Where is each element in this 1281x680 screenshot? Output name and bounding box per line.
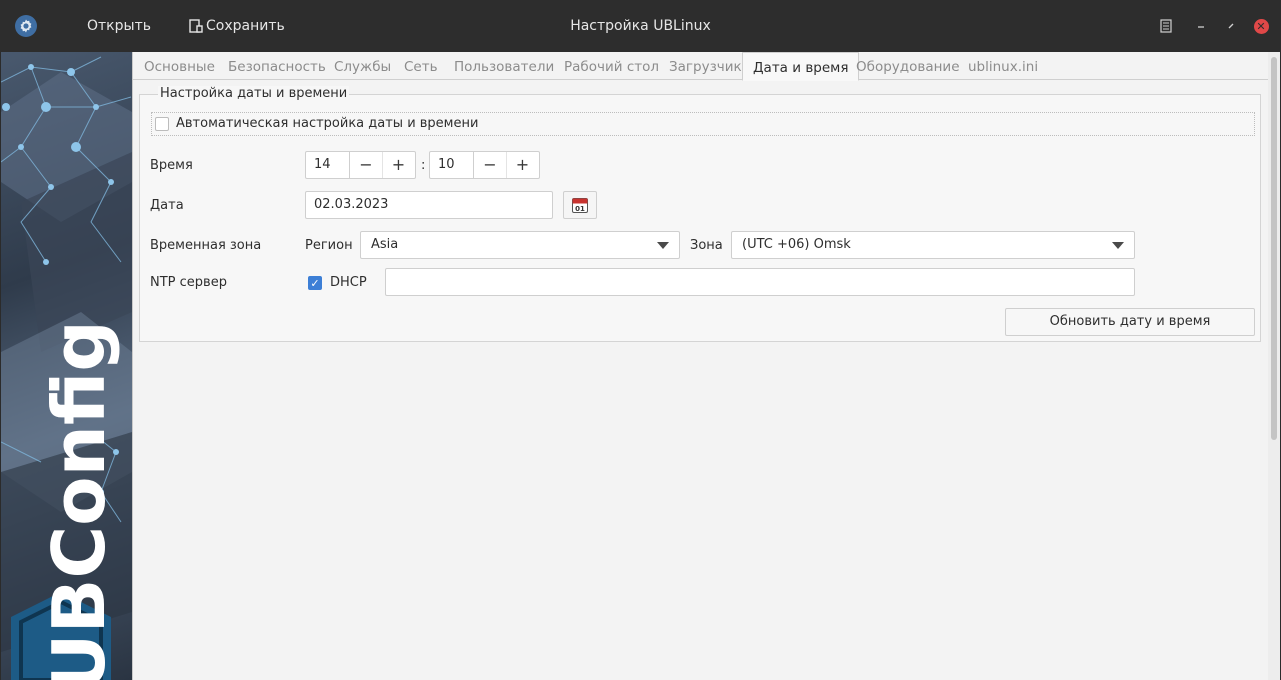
tab-basic[interactable]: Основные — [134, 52, 225, 80]
update-datetime-button[interactable]: Обновить дату и время — [1005, 308, 1255, 336]
time-label: Время — [150, 158, 193, 173]
hours-spinner[interactable]: 14 − + — [305, 151, 416, 179]
tab-hardware[interactable]: Оборудование — [846, 52, 970, 80]
auto-datetime-label: Автоматическая настройка даты и времени — [176, 116, 479, 131]
tab-network[interactable]: Сеть — [394, 52, 448, 80]
tab-bar: Основные Безопасность Службы Сеть Пользо… — [133, 52, 1269, 81]
maximize-icon[interactable] — [1222, 17, 1240, 35]
ntp-server-label: NTP сервер — [150, 275, 227, 290]
minutes-increment-button[interactable]: + — [506, 152, 538, 178]
banner-logo-text: UBConfig — [37, 320, 121, 680]
region-select[interactable]: Asia — [360, 231, 680, 259]
date-label: Дата — [150, 198, 184, 213]
zone-dropdown-arrow-icon — [1112, 242, 1124, 249]
minutes-decrement-button[interactable]: − — [474, 152, 506, 178]
minutes-value[interactable]: 10 — [430, 152, 474, 178]
dhcp-label: DHCP — [330, 275, 367, 290]
auto-datetime-row[interactable]: Автоматическая настройка даты и времени — [151, 112, 1255, 136]
dhcp-checkbox[interactable]: ✓ — [308, 276, 322, 290]
datetime-settings-frame: Настройка даты и времени Автоматическая … — [139, 86, 1261, 342]
zone-select[interactable]: (UTC +06) Omsk — [731, 231, 1135, 259]
gear-icon[interactable] — [14, 14, 38, 38]
main-content: Основные Безопасность Службы Сеть Пользо… — [132, 52, 1280, 680]
title-bar: Открыть Сохранить Настройка UBLinux ✕ — [0, 0, 1281, 52]
region-value: Asia — [371, 237, 399, 252]
ubconfig-banner: UBConfig — [1, 52, 132, 680]
hours-value[interactable]: 14 — [306, 152, 350, 178]
date-input[interactable]: 02.03.2023 — [305, 191, 553, 219]
time-separator: : — [421, 158, 426, 173]
minimize-icon[interactable] — [1192, 17, 1210, 35]
frame-title: Настройка даты и времени — [158, 86, 350, 101]
tab-services[interactable]: Службы — [324, 52, 401, 80]
vertical-scrollbar[interactable] — [1268, 52, 1280, 680]
tab-date-time[interactable]: Дата и время — [742, 52, 860, 81]
tab-users[interactable]: Пользователи — [444, 52, 564, 80]
tab-bootloader[interactable]: Загрузчик — [659, 52, 752, 80]
tab-security[interactable]: Безопасность — [218, 52, 336, 80]
open-button[interactable]: Открыть — [87, 0, 151, 52]
save-icon — [189, 19, 203, 33]
auto-datetime-checkbox[interactable] — [155, 117, 169, 131]
ntp-server-input[interactable] — [385, 268, 1135, 296]
save-button-label: Сохранить — [206, 18, 285, 34]
scrollbar-thumb[interactable] — [1271, 57, 1277, 440]
menu-icon[interactable] — [1157, 17, 1175, 35]
svg-text:01: 01 — [575, 205, 585, 213]
region-dropdown-arrow-icon — [657, 242, 669, 249]
tab-ublinux-ini[interactable]: ublinux.ini — [958, 52, 1048, 80]
close-icon[interactable]: ✕ — [1252, 17, 1270, 35]
calendar-icon: 01 — [572, 198, 588, 213]
timezone-label: Временная зона — [150, 238, 262, 253]
minutes-spinner[interactable]: 10 − + — [429, 151, 540, 179]
zone-value: (UTC +06) Omsk — [742, 237, 851, 252]
banner-graphic: UBConfig — [1, 56, 132, 680]
hours-decrement-button[interactable]: − — [350, 152, 382, 178]
hours-increment-button[interactable]: + — [382, 152, 414, 178]
tab-desktop[interactable]: Рабочий стол — [554, 52, 669, 80]
calendar-button[interactable]: 01 — [563, 191, 597, 219]
zone-label: Зона — [690, 238, 723, 253]
save-button[interactable]: Сохранить — [188, 0, 285, 52]
region-label: Регион — [305, 238, 353, 253]
